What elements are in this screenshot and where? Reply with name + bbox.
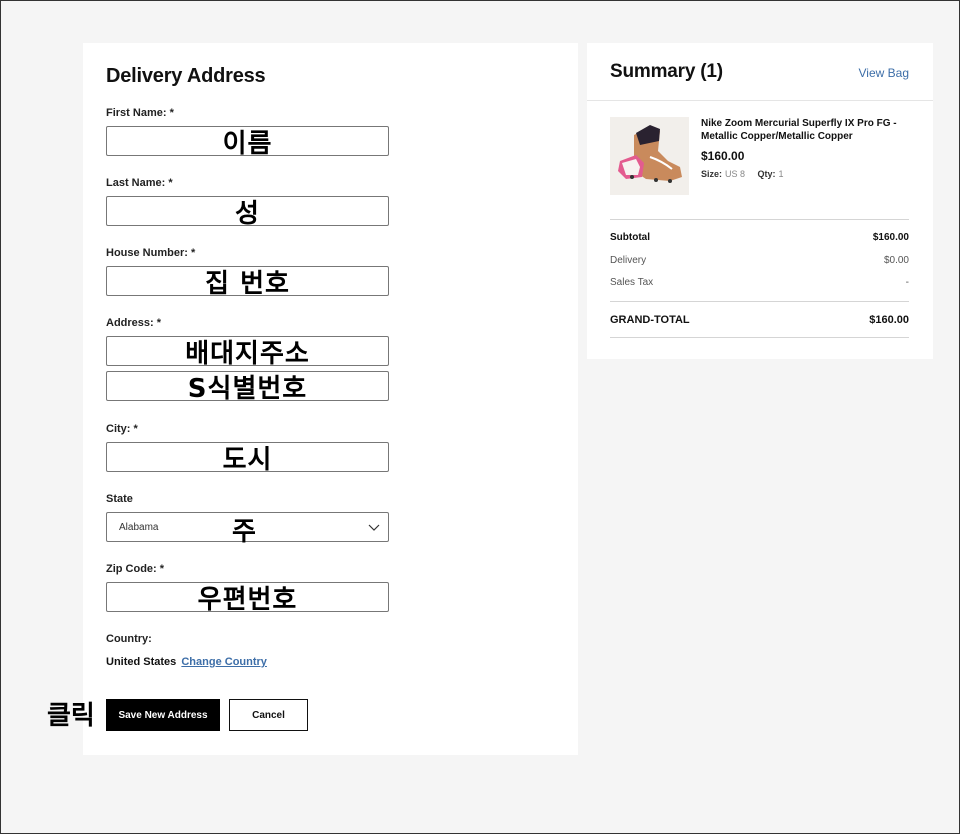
subtotal-row: Subtotal $160.00	[610, 232, 909, 243]
shoe-image-icon	[610, 117, 689, 195]
sales-tax-label: Sales Tax	[610, 277, 654, 288]
zip-code-annotation: 우편번호	[197, 584, 298, 615]
delivery-label: Delivery	[610, 255, 647, 266]
state-select-value: Alabama	[119, 522, 159, 533]
delivery-value: $0.00	[883, 255, 909, 266]
city-label: City: *	[106, 423, 138, 435]
grand-total-value: $160.00	[869, 314, 909, 326]
qty-value: 1	[778, 169, 784, 179]
country-row: United States Change Country	[106, 656, 267, 668]
view-bag-link[interactable]: View Bag	[859, 66, 909, 80]
house-number-label: House Number: *	[106, 247, 196, 259]
summary-divider	[587, 100, 933, 101]
grand-total-row: GRAND-TOTAL $160.00	[610, 314, 909, 326]
product-name[interactable]: Nike Zoom Mercurial Superfly IX Pro FG -…	[701, 117, 911, 143]
last-name-input[interactable]: 성	[106, 196, 389, 229]
summary-divider-bottom	[610, 337, 909, 338]
change-country-link[interactable]: Change Country	[181, 656, 267, 668]
address-line1-input[interactable]: 배대지주소	[106, 336, 389, 369]
product-thumbnail[interactable]	[610, 117, 689, 195]
house-number-input[interactable]: 집 번호	[106, 266, 389, 299]
save-new-address-button[interactable]: Save New Address	[106, 699, 220, 731]
city-input[interactable]: 도시	[106, 442, 389, 475]
last-name-label: Last Name: *	[106, 177, 173, 189]
product-meta: Size: US 8 Qty: 1	[701, 169, 794, 179]
first-name-annotation: 이름	[222, 128, 273, 159]
address-line2-input[interactable]: S식별번호	[106, 371, 389, 404]
sales-tax-value: -	[905, 277, 909, 288]
state-select[interactable]: Alabama 주	[106, 512, 389, 547]
state-label: State	[106, 493, 133, 505]
country-value: United States	[106, 656, 177, 668]
city-annotation: 도시	[222, 444, 273, 475]
zip-code-label: Zip Code: *	[106, 563, 165, 575]
delivery-address-card: Delivery Address First Name: * 이름 Last N…	[83, 43, 578, 755]
chevron-down-icon	[368, 524, 380, 531]
subtotal-value: $160.00	[872, 232, 909, 243]
house-number-annotation: 집 번호	[205, 268, 290, 299]
subtotal-label: Subtotal	[610, 232, 650, 243]
delivery-row: Delivery $0.00	[610, 255, 909, 266]
size-value: US 8	[725, 169, 746, 179]
address-label: Address: *	[106, 317, 162, 329]
size-label: Size:	[701, 169, 723, 179]
sales-tax-row: Sales Tax -	[610, 277, 909, 288]
qty-label: Qty:	[757, 169, 776, 179]
country-label: Country:	[106, 633, 152, 645]
summary-divider-items	[610, 219, 909, 220]
last-name-annotation: 성	[235, 198, 260, 229]
address-line1-annotation: 배대지주소	[185, 338, 310, 369]
click-annotation: 클릭	[47, 701, 95, 731]
cancel-button[interactable]: Cancel	[229, 699, 308, 731]
summary-divider-totals	[610, 301, 909, 302]
form-title: Delivery Address	[106, 65, 266, 87]
first-name-input[interactable]: 이름	[106, 126, 389, 159]
first-name-label: First Name: *	[106, 107, 174, 119]
address-line2-annotation: S식별번호	[187, 373, 308, 404]
order-summary-card: Summary (1) View Bag Nike Zoom Mercurial…	[587, 43, 933, 359]
summary-title: Summary (1)	[610, 61, 723, 82]
state-annotation: 주	[232, 517, 257, 547]
product-price: $160.00	[701, 149, 745, 163]
grand-total-label: GRAND-TOTAL	[610, 314, 690, 326]
zip-code-input[interactable]: 우편번호	[106, 582, 389, 615]
